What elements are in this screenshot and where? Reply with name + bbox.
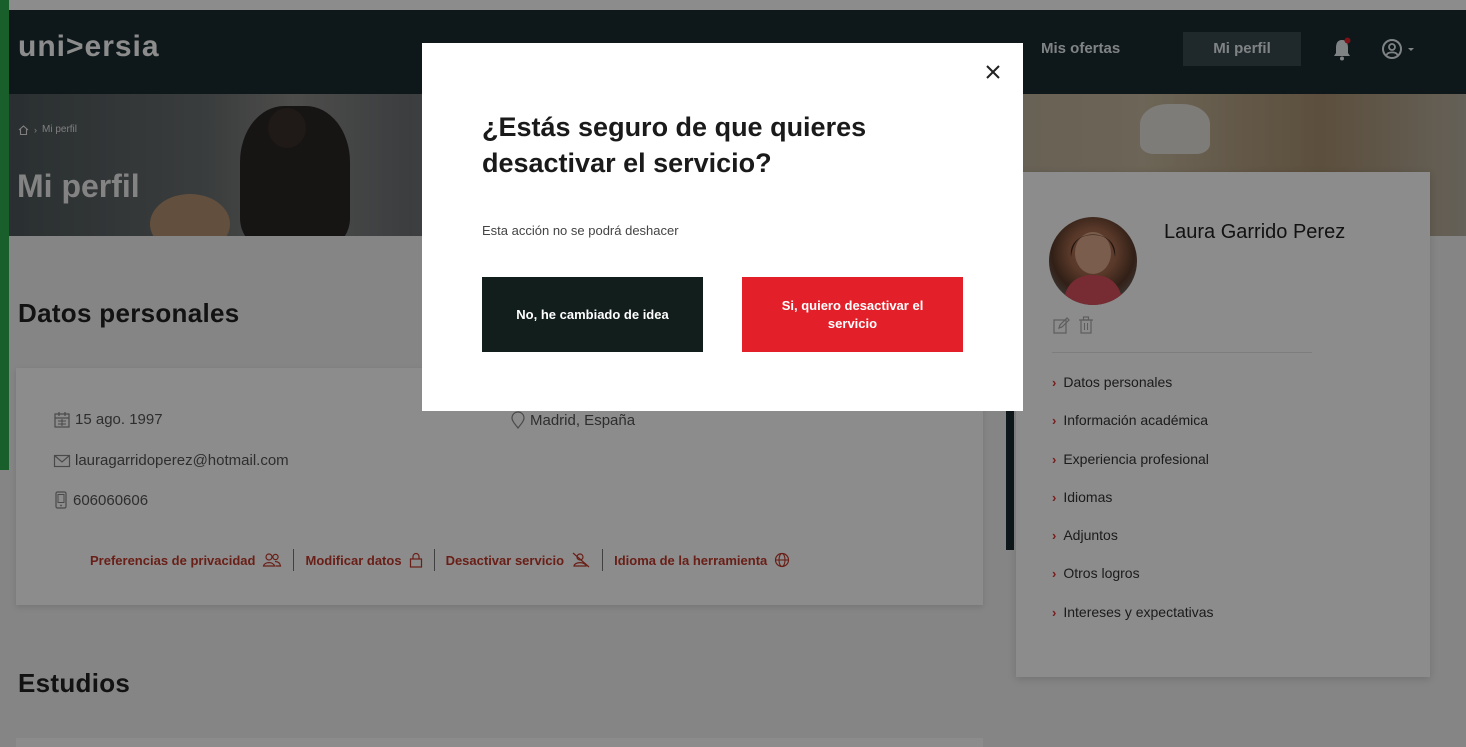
deactivate-confirm-modal: ¿Estás seguro de que quieres desactivar … bbox=[422, 43, 1023, 411]
page: uni>ersia Mis ofertas Mi perfil › Mi per… bbox=[0, 0, 1466, 747]
confirm-deactivate-button[interactable]: Si, quiero desactivar el servicio bbox=[742, 277, 963, 352]
modal-title: ¿Estás seguro de que quieres desactivar … bbox=[482, 112, 867, 178]
modal-subtitle: Esta acción no se podrá deshacer bbox=[482, 223, 679, 238]
cancel-button[interactable]: No, he cambiado de idea bbox=[482, 277, 703, 352]
close-icon[interactable] bbox=[982, 61, 1004, 83]
